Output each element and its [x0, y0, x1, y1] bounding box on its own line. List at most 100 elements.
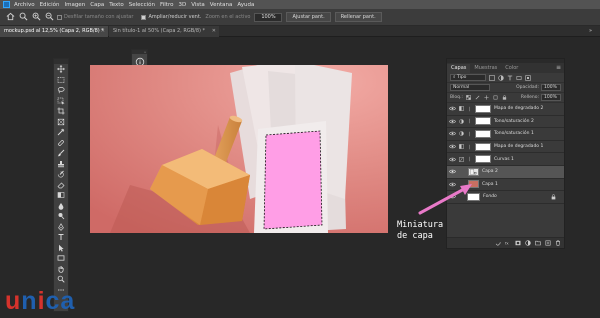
background-thumbnail[interactable] [467, 192, 480, 201]
adjustment-layer-icon[interactable] [525, 240, 531, 246]
chain-link-icon[interactable] [465, 118, 473, 124]
opacity-input[interactable]: 100% [541, 84, 561, 91]
tab-mockup[interactable]: mockup.psd al 12,5% (Capa 2, RGB/8) * ✕ [0, 26, 108, 37]
layer-row-selected[interactable]: Capa 2 [447, 165, 564, 179]
layer-row[interactable]: Mapa de degradado 1 [447, 141, 564, 154]
zoom-all-windows-check-box[interactable] [141, 14, 147, 20]
trash-icon[interactable] [555, 240, 561, 246]
tab-muestras[interactable]: Muestras [470, 64, 501, 73]
lasso-tool-icon[interactable] [54, 85, 68, 96]
lock-artboard-icon[interactable] [493, 95, 499, 101]
hand-tool-icon[interactable] [54, 264, 68, 275]
menu-3d[interactable]: 3D [178, 2, 186, 8]
fx-icon[interactable]: fx [505, 240, 511, 246]
layer-mask-thumbnail[interactable] [475, 142, 491, 151]
photoshop-logo-icon[interactable] [3, 1, 10, 8]
blend-mode-select[interactable]: Normal [450, 84, 490, 91]
eye-icon[interactable] [447, 119, 457, 124]
layer-row[interactable]: Tono/saturación 1 [447, 128, 564, 141]
zoom-out-icon[interactable] [44, 12, 54, 22]
lock-all-icon[interactable] [502, 95, 508, 101]
filter-smart-object-icon[interactable] [525, 74, 531, 81]
close-icon[interactable]: ✕ [212, 26, 216, 37]
menu-vista[interactable]: Vista [191, 2, 205, 8]
zoom-in-icon[interactable] [31, 12, 41, 22]
lock-position-icon[interactable] [484, 95, 490, 101]
filter-adjustment-icon[interactable] [498, 74, 504, 81]
tab-untitled[interactable]: Sin título-1 al 50% (Capa 2, RGB/8) * ✕ [109, 26, 219, 37]
menu-filtro[interactable]: Filtro [160, 2, 173, 8]
zoom-all-windows-checkbox[interactable]: Ampliar/reducir vent. [141, 14, 201, 20]
filter-shape-icon[interactable] [516, 75, 522, 81]
layer-filter-select[interactable]: ⌕ Tipo [450, 74, 486, 81]
mini-panel-grip[interactable]: » [132, 50, 147, 54]
add-mask-icon[interactable] [515, 240, 521, 246]
menu-ventana[interactable]: Ventana [210, 2, 233, 8]
tabs-overflow-icon[interactable]: » [589, 28, 592, 34]
new-layer-icon[interactable] [545, 240, 551, 246]
lock-pixels-icon[interactable] [475, 95, 481, 101]
chain-link-icon[interactable] [465, 144, 473, 150]
chain-link-icon[interactable] [465, 106, 473, 112]
zoom-tool-icon[interactable] [18, 12, 28, 22]
layer-row[interactable]: Tono/saturación 2 [447, 116, 564, 129]
document-canvas[interactable] [90, 65, 388, 233]
home-icon[interactable] [5, 12, 15, 22]
eye-icon[interactable] [447, 169, 457, 174]
menu-archivo[interactable]: Archivo [14, 2, 35, 8]
panel-menu-icon[interactable]: ≡ [556, 64, 561, 71]
pen-tool-icon[interactable] [54, 222, 68, 233]
close-icon[interactable]: ✕ [101, 26, 105, 37]
tab-color[interactable]: Color [501, 64, 522, 73]
eye-icon[interactable] [447, 131, 457, 136]
dodge-tool-icon[interactable] [54, 211, 68, 222]
smart-object-thumbnail[interactable] [468, 167, 479, 176]
fill-input[interactable]: 100% [541, 94, 561, 101]
layer-row[interactable]: Capa 1 [447, 179, 564, 192]
layer-mask-thumbnail[interactable] [475, 117, 491, 126]
link-layers-icon[interactable] [495, 240, 501, 246]
history-brush-tool-icon[interactable] [54, 169, 68, 180]
layer-mask-thumbnail[interactable] [475, 104, 491, 113]
menu-texto[interactable]: Texto [109, 2, 124, 8]
healing-brush-tool-icon[interactable] [54, 138, 68, 149]
zoom-percent-button[interactable]: 100% [254, 12, 283, 22]
fill-screen-button[interactable]: Rellenar pant. [334, 12, 382, 22]
blur-tool-icon[interactable] [54, 201, 68, 212]
eyedropper-tool-icon[interactable] [54, 127, 68, 138]
layer-row[interactable]: Curvas 1 [447, 153, 564, 166]
filter-pixel-icon[interactable] [489, 74, 495, 81]
layer-mask-thumbnail[interactable] [475, 129, 491, 138]
path-selection-tool-icon[interactable] [54, 243, 68, 254]
move-tool-icon[interactable] [54, 64, 68, 75]
layer-mask-thumbnail[interactable] [475, 155, 491, 164]
chain-link-icon[interactable] [465, 156, 473, 162]
layer-row[interactable]: Fondo [447, 191, 564, 204]
menu-edicion[interactable]: Edición [40, 2, 60, 8]
eye-icon[interactable] [447, 157, 457, 162]
crop-tool-icon[interactable] [54, 106, 68, 117]
marquee-tool-icon[interactable] [54, 75, 68, 86]
layer-thumbnail[interactable] [468, 180, 479, 189]
menu-capa[interactable]: Capa [90, 2, 104, 8]
tab-capas[interactable]: Capas [447, 64, 471, 73]
filter-type-icon[interactable] [507, 75, 513, 81]
eye-icon[interactable] [447, 144, 457, 149]
fit-screen-button[interactable]: Ajustar pant. [286, 12, 331, 22]
zoom-icon[interactable] [54, 274, 68, 285]
rectangle-tool-icon[interactable] [54, 253, 68, 264]
lock-icon[interactable] [551, 194, 556, 202]
brush-tool-icon[interactable] [54, 148, 68, 159]
layer-row[interactable]: Mapa de degradado 2 [447, 103, 564, 116]
eye-icon[interactable] [447, 106, 457, 111]
type-tool-icon[interactable] [54, 232, 68, 243]
eye-icon[interactable] [447, 182, 457, 187]
resize-windows-check-box[interactable] [57, 14, 62, 20]
menu-ayuda[interactable]: Ayuda [237, 2, 254, 8]
resize-windows-checkbox[interactable]: Desfilar tamaño con ajustar [57, 14, 137, 20]
chain-link-icon[interactable] [465, 131, 473, 137]
frame-tool-icon[interactable] [54, 117, 68, 128]
object-select-tool-icon[interactable] [54, 96, 68, 107]
folder-icon[interactable] [535, 240, 541, 246]
menu-seleccion[interactable]: Selección [129, 2, 155, 8]
